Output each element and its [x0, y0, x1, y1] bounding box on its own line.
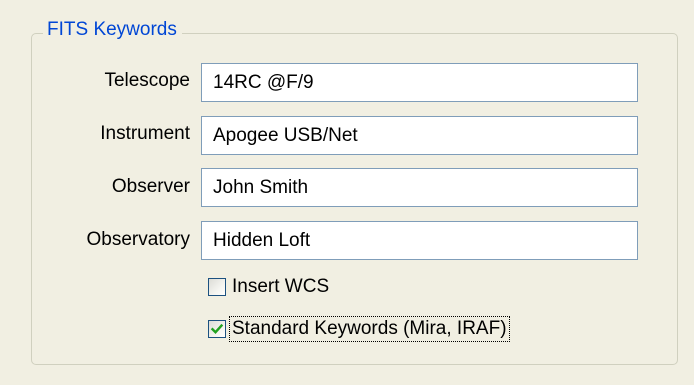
standard-keywords-label[interactable]: Standard Keywords (Mira, IRAF) [229, 316, 510, 342]
observatory-label: Observatory [86, 229, 190, 250]
fits-keywords-group-title: FITS Keywords [43, 18, 182, 42]
instrument-input[interactable] [201, 116, 638, 155]
telescope-label: Telescope [104, 70, 190, 91]
observer-input[interactable] [201, 168, 638, 207]
insert-wcs-option[interactable]: Insert WCS [208, 274, 331, 300]
telescope-input[interactable] [201, 63, 638, 102]
standard-keywords-option[interactable]: Standard Keywords (Mira, IRAF) [208, 316, 510, 342]
insert-wcs-label[interactable]: Insert WCS [230, 275, 331, 299]
instrument-label: Instrument [100, 123, 190, 144]
insert-wcs-checkbox[interactable] [208, 278, 226, 296]
observatory-input[interactable] [201, 221, 638, 260]
observer-label: Observer [111, 176, 190, 197]
standard-keywords-checkbox[interactable] [208, 320, 226, 338]
check-mark-icon [210, 323, 224, 334]
